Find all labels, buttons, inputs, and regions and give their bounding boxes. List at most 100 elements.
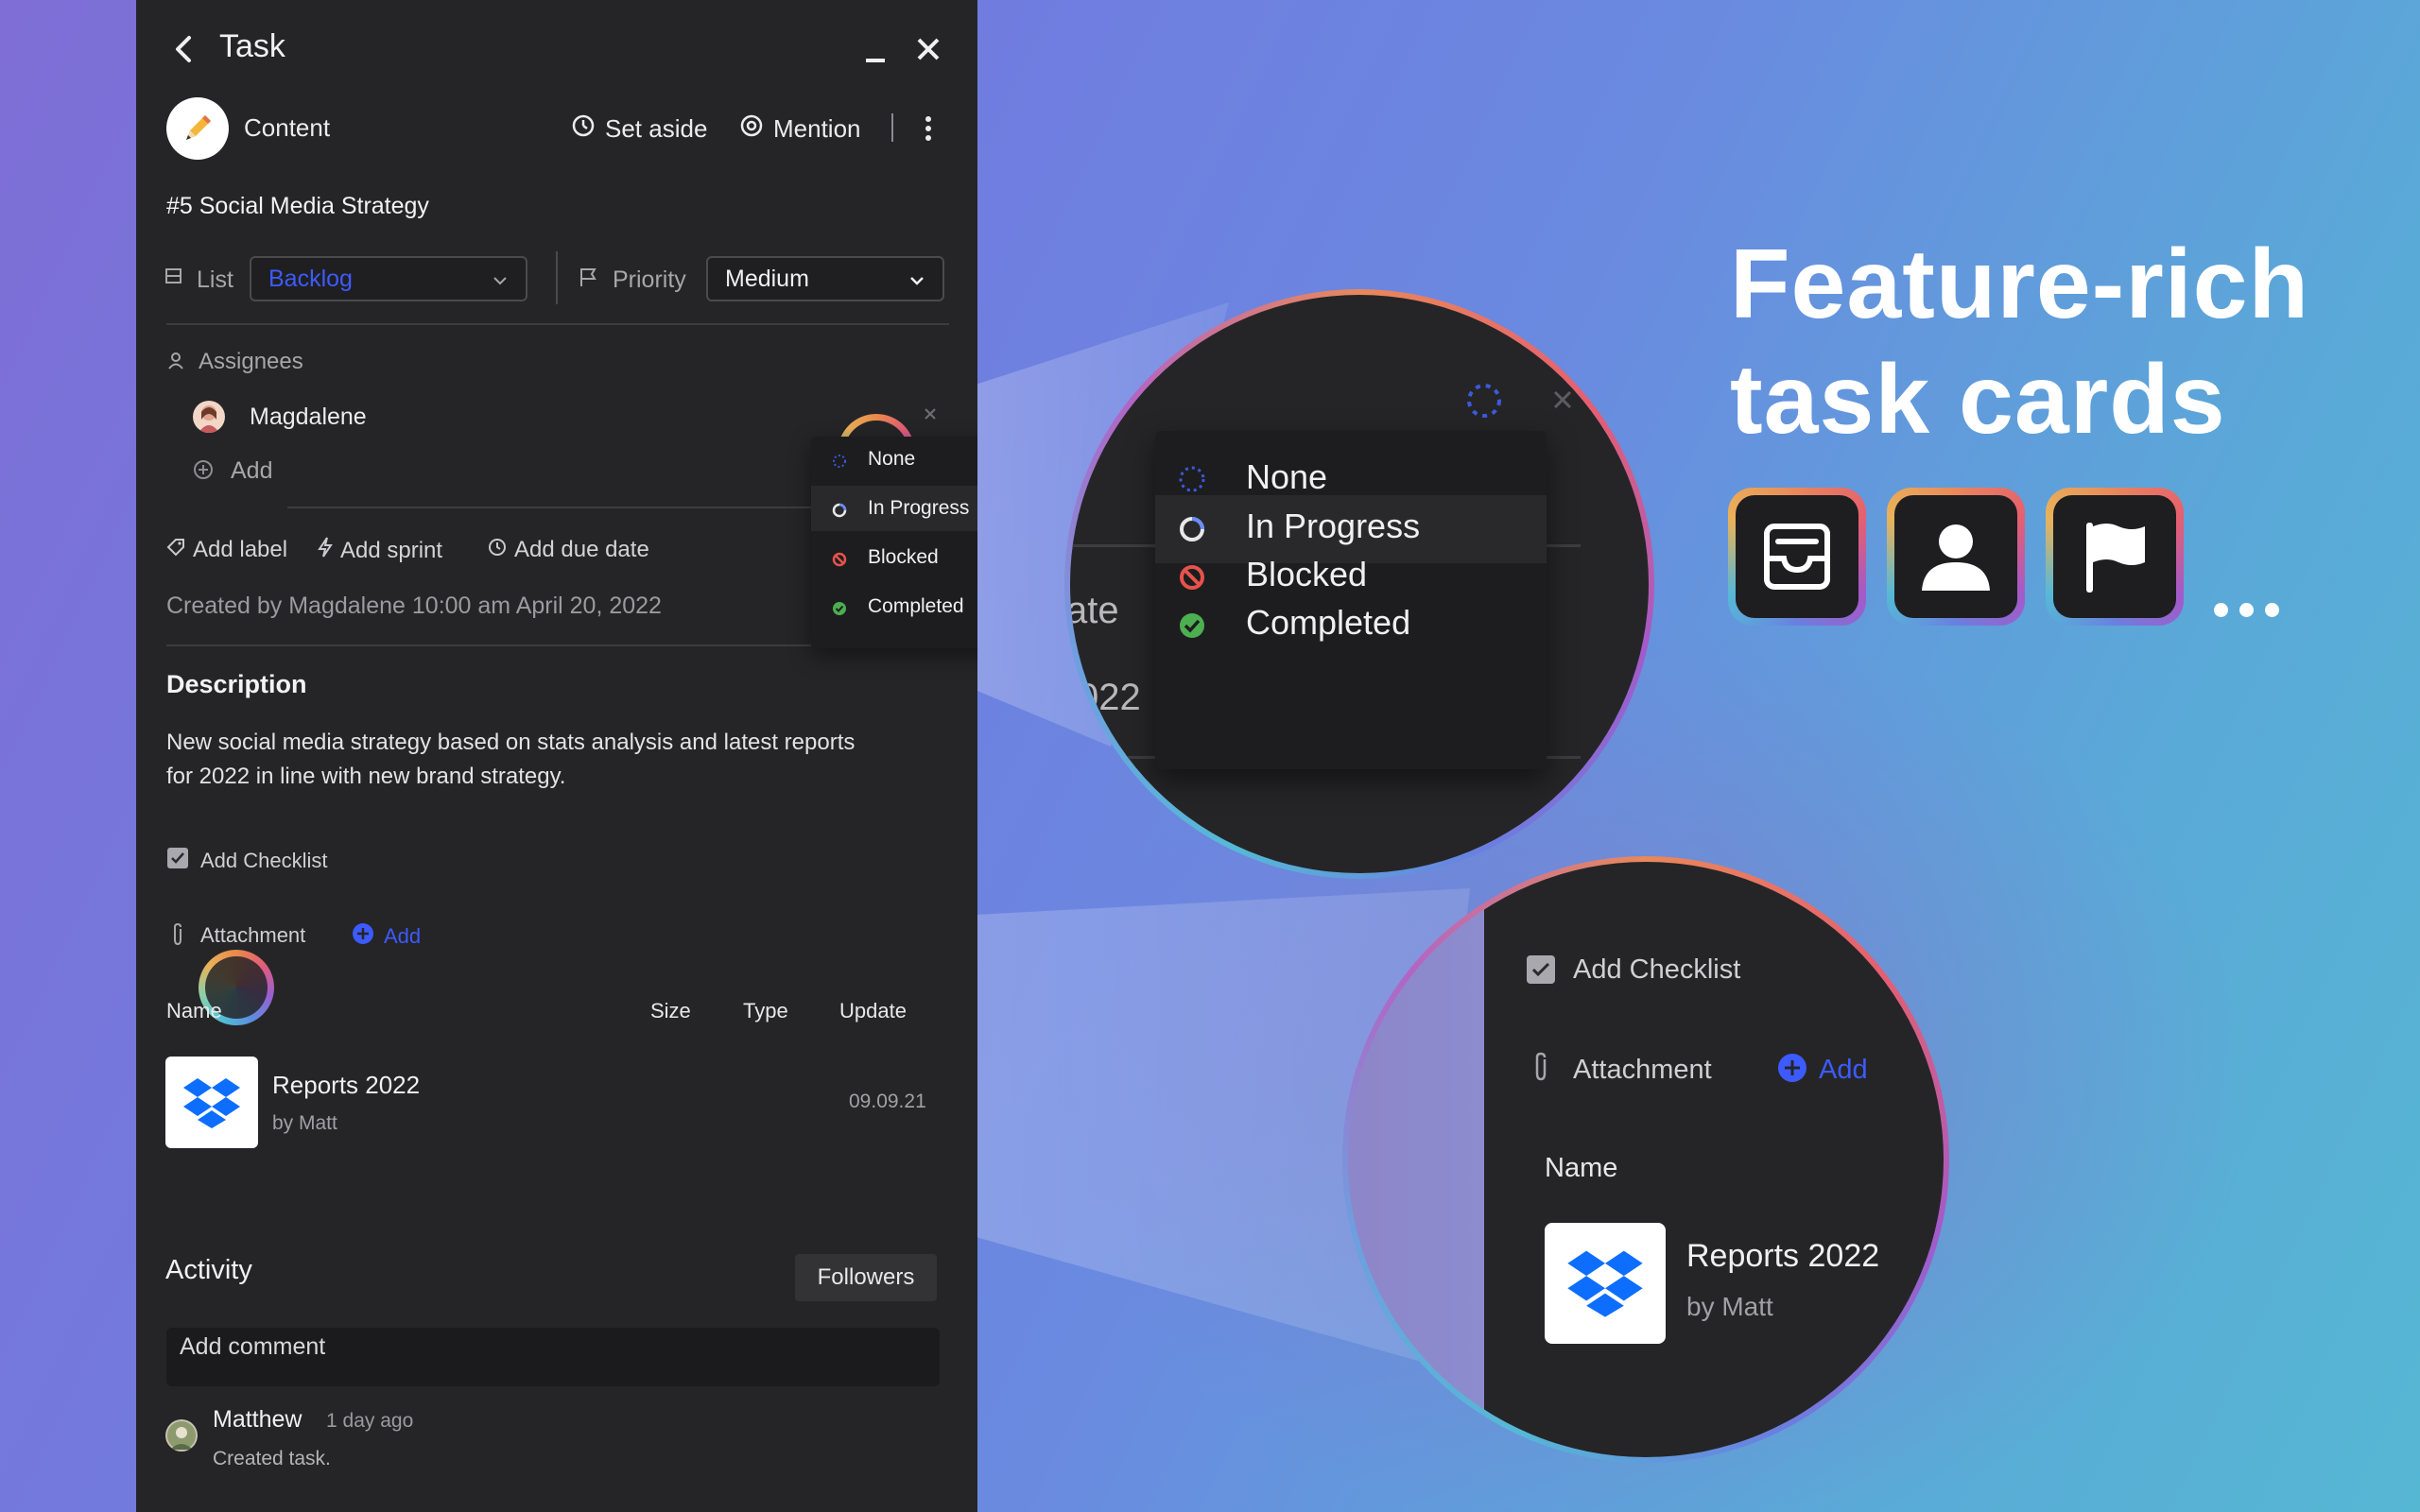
field-separator: [556, 251, 558, 304]
activity-time: 1 day ago: [326, 1410, 414, 1432]
add-sprint-text: Add sprint: [340, 537, 443, 563]
dot: [2239, 603, 2254, 617]
set-aside-label: Set aside: [605, 114, 708, 143]
clock-pause-icon: [571, 113, 596, 145]
inbox-tray-icon: [1764, 524, 1830, 590]
file-name[interactable]: Reports 2022: [272, 1071, 420, 1100]
zoom-status-dropdown: None In Progress Blocked Completed: [1155, 431, 1547, 769]
close-icon[interactable]: [915, 36, 942, 62]
zoom-file-owner: by Matt: [1686, 1292, 1773, 1321]
add-checklist-button[interactable]: Add Checklist: [166, 847, 328, 875]
activity-heading: Activity: [165, 1255, 252, 1285]
pencil-icon: [186, 115, 211, 140]
task-name[interactable]: #5 Social Media Strategy: [166, 193, 429, 220]
assignees-label: Assignees: [199, 349, 303, 374]
status-option-label: Completed: [868, 595, 964, 617]
list-select[interactable]: Backlog: [250, 256, 527, 301]
add-comment-input[interactable]: Add comment: [166, 1328, 940, 1386]
add-label-button[interactable]: Add label: [166, 537, 287, 563]
feature-icon-inbox: [1728, 488, 1866, 626]
dropbox-icon: [1545, 1223, 1666, 1344]
zoom-circle-attachment: Add Checklist Attachment Add Name Report…: [1342, 856, 1949, 1463]
status-option-blocked[interactable]: Blocked: [811, 535, 977, 580]
chevron-down-icon: [908, 266, 925, 293]
set-aside-button[interactable]: Set aside: [571, 113, 707, 145]
dot: [2214, 603, 2228, 617]
plus-circle-icon: [352, 922, 374, 951]
zoom-circle-attachment-content: Add Checklist Attachment Add Name Report…: [1348, 862, 1944, 1457]
checkbox-icon: [166, 847, 189, 875]
add-label-text: Add label: [193, 537, 288, 562]
created-by: Created by Magdalene 10:00 am April 20, …: [166, 593, 662, 619]
assignee-name[interactable]: Magdalene: [250, 404, 367, 431]
zoom-circle-status-content: ate 022 None In Progress Blocked Complet…: [1070, 295, 1649, 873]
table-header-update[interactable]: Update: [839, 999, 907, 1023]
headline-line-2: task cards: [1730, 345, 2226, 455]
clock-icon: [488, 537, 507, 563]
status-option-completed[interactable]: Completed: [811, 584, 977, 629]
table-header-name[interactable]: Name: [166, 999, 222, 1023]
dot: [2265, 603, 2279, 617]
status-dropdown: None In Progress Blocked Completed: [811, 437, 977, 648]
description-line-1[interactable]: New social media strategy based on stats…: [166, 730, 855, 756]
remove-assignee-icon[interactable]: [923, 406, 938, 421]
status-option-none[interactable]: None: [811, 437, 977, 482]
activity-user[interactable]: Matthew: [213, 1406, 302, 1434]
attachment-add-button[interactable]: Add: [352, 922, 421, 951]
file-updated: 09.09.21: [849, 1091, 926, 1112]
chevron-down-icon: [492, 266, 509, 293]
status-option-in-progress[interactable]: In Progress: [811, 486, 977, 531]
zoom-circle-status: ate 022 None In Progress Blocked Complet…: [1064, 289, 1654, 879]
list-label: List: [197, 266, 233, 293]
add-due-date-text: Add due date: [514, 537, 649, 562]
followers-button[interactable]: Followers: [795, 1254, 937, 1301]
feature-icon-flag: [2046, 488, 2184, 626]
flag-outline-icon: [579, 266, 597, 287]
zoom-attachment-label: Attachment: [1573, 1055, 1712, 1085]
panel-title: Task: [219, 28, 285, 64]
add-checklist-text: Add Checklist: [200, 849, 328, 872]
dotted-circle-icon: [1176, 463, 1208, 495]
zoom-option-in-progress: In Progress: [1246, 507, 1421, 545]
priority-select[interactable]: Medium: [706, 256, 944, 301]
person-outline-icon: [166, 352, 185, 370]
more-features-indicator: [2214, 603, 2279, 617]
task-panel: Task Content Set aside Mention #5 Social…: [136, 0, 977, 1512]
more-options-icon[interactable]: [923, 113, 934, 144]
content-avatar[interactable]: [166, 97, 229, 160]
activity-text: Created task.: [213, 1448, 331, 1469]
description-heading: Description: [166, 670, 307, 698]
plus-circle-icon: [1777, 1053, 1807, 1083]
checkbox-icon: [1526, 954, 1556, 985]
paperclip-icon: [170, 922, 185, 947]
description-line-2[interactable]: for 2022 in line with new brand strategy…: [166, 764, 565, 790]
check-circle-icon: [1176, 610, 1208, 642]
add-assignee-button[interactable]: Add: [231, 457, 272, 485]
paperclip-icon: [1531, 1051, 1550, 1083]
at-icon: [739, 113, 764, 145]
mention-button[interactable]: Mention: [739, 113, 861, 145]
blocked-icon: [832, 550, 847, 567]
feature-icon-person: [1887, 488, 2025, 626]
zoom-option-none: None: [1246, 457, 1328, 496]
zoom-name-header: Name: [1545, 1153, 1618, 1183]
table-header-size[interactable]: Size: [650, 999, 691, 1023]
zoom-fragment-a: ate: [1070, 590, 1119, 631]
plus-circle-icon[interactable]: [193, 459, 214, 480]
back-icon[interactable]: [170, 30, 199, 68]
minimize-icon[interactable]: [864, 43, 887, 66]
flag-icon: [2086, 523, 2145, 593]
close-icon: [1552, 389, 1573, 410]
add-due-date-button[interactable]: Add due date: [488, 537, 649, 563]
file-owner: by Matt: [272, 1112, 337, 1134]
add-sprint-button[interactable]: Add sprint: [318, 537, 442, 564]
table-header-type[interactable]: Type: [743, 999, 788, 1023]
status-option-label: Blocked: [868, 546, 939, 568]
dropbox-icon[interactable]: [165, 1057, 258, 1148]
person-icon: [1922, 524, 1990, 591]
zoom-file-name: Reports 2022: [1686, 1238, 1880, 1274]
lightning-icon: [318, 537, 333, 564]
priority-value: Medium: [725, 265, 809, 292]
status-option-label: None: [868, 448, 916, 470]
progress-circle-icon: [832, 501, 847, 518]
